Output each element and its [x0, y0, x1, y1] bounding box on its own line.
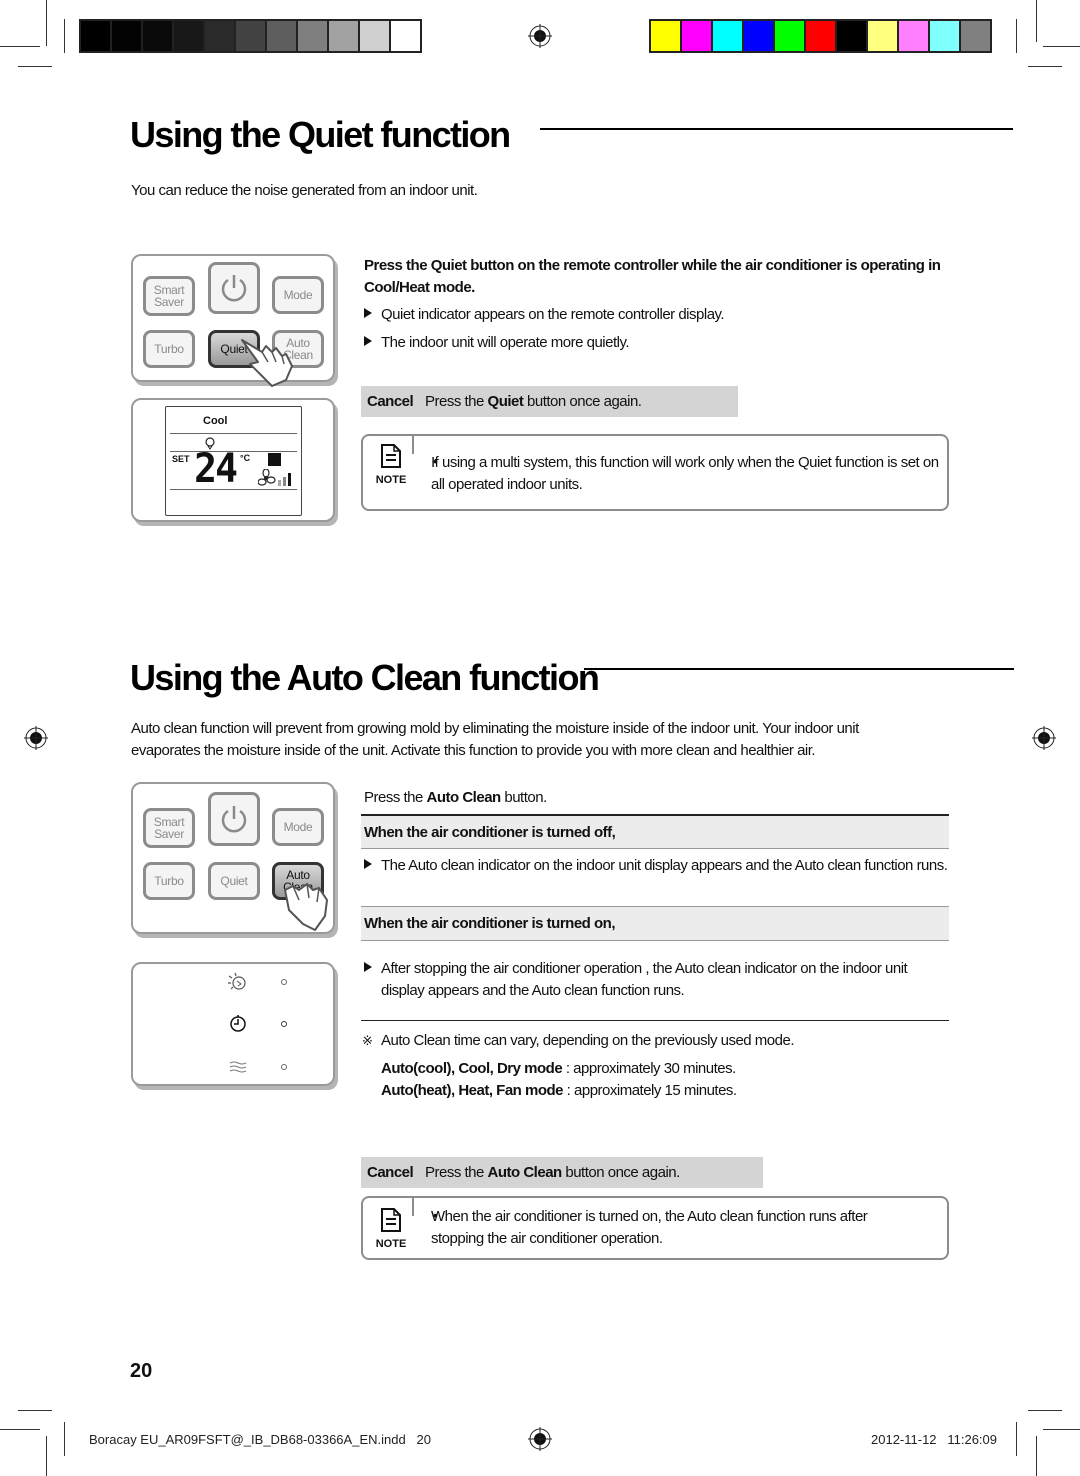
timer-indicator-icon [230, 1015, 246, 1032]
when-off-heading: When the air conditioner is turned off, [361, 816, 949, 849]
registration-mark-icon [24, 726, 48, 750]
title-rule [540, 128, 1013, 130]
when-on-bullet: After stopping the air conditioner opera… [364, 958, 934, 1002]
auto-clean-instruction: Press the Auto Clean button. [364, 789, 547, 806]
indicator-led [281, 979, 287, 985]
note-text: If using a multi system, this function w… [431, 454, 939, 493]
remote-controller-buttons: Smart Saver Mode Turbo Quiet Auto Clean [131, 254, 335, 387]
indicator-led [281, 1021, 287, 1027]
auto-clean-indicator-icon [228, 972, 246, 990]
color-swatch [713, 21, 742, 51]
lcd-mode-label: Cool [203, 415, 228, 427]
grayscale-swatch [391, 21, 420, 51]
color-swatch [899, 21, 928, 51]
grayscale-swatch [298, 21, 327, 51]
remark-line-cool: Auto(cool), Cool, Dry mode : approximate… [381, 1060, 736, 1077]
process-color-bar [649, 19, 992, 53]
lcd-temperature-unit: °C [240, 453, 251, 463]
section-divider [361, 1020, 949, 1021]
quiet-bullet: Quiet indicator appears on the remote co… [364, 304, 725, 326]
grayscale-swatch [236, 21, 265, 51]
footer-file-info: Boracay EU_AR09FSFT@_IB_DB68-03366A_EN.i… [89, 1432, 431, 1447]
turbo-button[interactable]: Turbo [143, 330, 195, 368]
auto-clean-remark: ※ Auto Clean time can vary, depending on … [362, 1032, 795, 1049]
grayscale-swatch [81, 21, 110, 51]
turbo-button[interactable]: Turbo [143, 862, 195, 900]
smart-saver-button[interactable]: Smart Saver [143, 808, 195, 848]
mode-button[interactable]: Mode [272, 808, 324, 846]
quiet-bullet: The indoor unit will operate more quietl… [364, 332, 630, 354]
cancel-text: Press the Auto Clean button once again. [425, 1164, 680, 1181]
registration-mark-icon [528, 24, 552, 48]
cancel-text: Press the Quiet button once again. [425, 393, 642, 410]
remote-controller-buttons: Smart Saver Mode Turbo Quiet Auto Clean [131, 782, 335, 934]
when-on-heading: When the air conditioner is turned on, [361, 906, 949, 941]
pointing-hand-icon [284, 883, 328, 931]
indicator-led [281, 1064, 287, 1070]
power-icon [221, 806, 247, 833]
quiet-cancel-bar: Cancel Press the Quiet button once again… [361, 386, 738, 417]
color-swatch [744, 21, 773, 51]
pointing-hand-icon [241, 339, 293, 387]
title-rule [584, 668, 1014, 670]
color-swatch [806, 21, 835, 51]
note-icon: NOTE [371, 1208, 411, 1250]
quiet-note-box: NOTE • If using a multi system, this fun… [361, 434, 949, 511]
color-swatch [868, 21, 897, 51]
grayscale-swatch [329, 21, 358, 51]
color-swatch [961, 21, 990, 51]
page-number: 20 [130, 1360, 153, 1382]
grayscale-swatch [174, 21, 203, 51]
color-swatch [775, 21, 804, 51]
note-text: When the air conditioner is turned on, t… [431, 1208, 868, 1247]
quiet-section-title: Using the Quiet function [130, 114, 511, 155]
power-icon [221, 275, 247, 302]
smart-saver-button[interactable]: Smart Saver [143, 276, 195, 316]
auto-clean-note-box: NOTE • When the air conditioner is turne… [361, 1196, 949, 1260]
registration-mark-icon [1032, 726, 1056, 750]
quiet-indicator-icon [229, 1061, 247, 1073]
fan-icon [258, 469, 291, 486]
power-button[interactable] [208, 262, 260, 314]
auto-clean-cancel-bar: Cancel Press the Auto Clean button once … [361, 1157, 763, 1188]
cancel-label: Cancel [367, 1164, 414, 1181]
remark-line-heat: Auto(heat), Heat, Fan mode : approximate… [381, 1082, 737, 1099]
registration-mark-icon [528, 1427, 552, 1451]
color-swatch [682, 21, 711, 51]
color-swatch [837, 21, 866, 51]
remote-controller-display: Cool SET 24 °C [131, 398, 335, 522]
color-swatch [930, 21, 959, 51]
louver-icon [268, 453, 281, 466]
auto-clean-section-title: Using the Auto Clean function [130, 657, 600, 698]
note-icon: NOTE [371, 444, 411, 486]
grayscale-swatch [112, 21, 141, 51]
grayscale-swatch [205, 21, 234, 51]
indoor-unit-display [131, 962, 335, 1086]
quiet-instruction: Press the Quiet button on the remote con… [364, 257, 941, 296]
grayscale-swatch [143, 21, 172, 51]
grayscale-color-bar [79, 19, 422, 53]
lcd-screen: Cool SET 24 °C [165, 406, 302, 516]
grayscale-swatch [267, 21, 296, 51]
quiet-intro: You can reduce the noise generated from … [131, 182, 478, 199]
lcd-set-label: SET [172, 454, 190, 464]
lcd-temperature: 24 [194, 446, 238, 492]
quiet-button[interactable]: Quiet [208, 862, 260, 900]
auto-clean-intro: Auto clean function will prevent from gr… [131, 720, 859, 759]
cancel-label: Cancel [367, 393, 414, 410]
footer-timestamp: 2012-11-12 11:26:09 [871, 1432, 998, 1447]
power-button[interactable] [208, 792, 260, 846]
color-swatch [651, 21, 680, 51]
mode-button[interactable]: Mode [272, 276, 324, 314]
grayscale-swatch [360, 21, 389, 51]
when-off-bullet: The Auto clean indicator on the indoor u… [364, 855, 949, 877]
